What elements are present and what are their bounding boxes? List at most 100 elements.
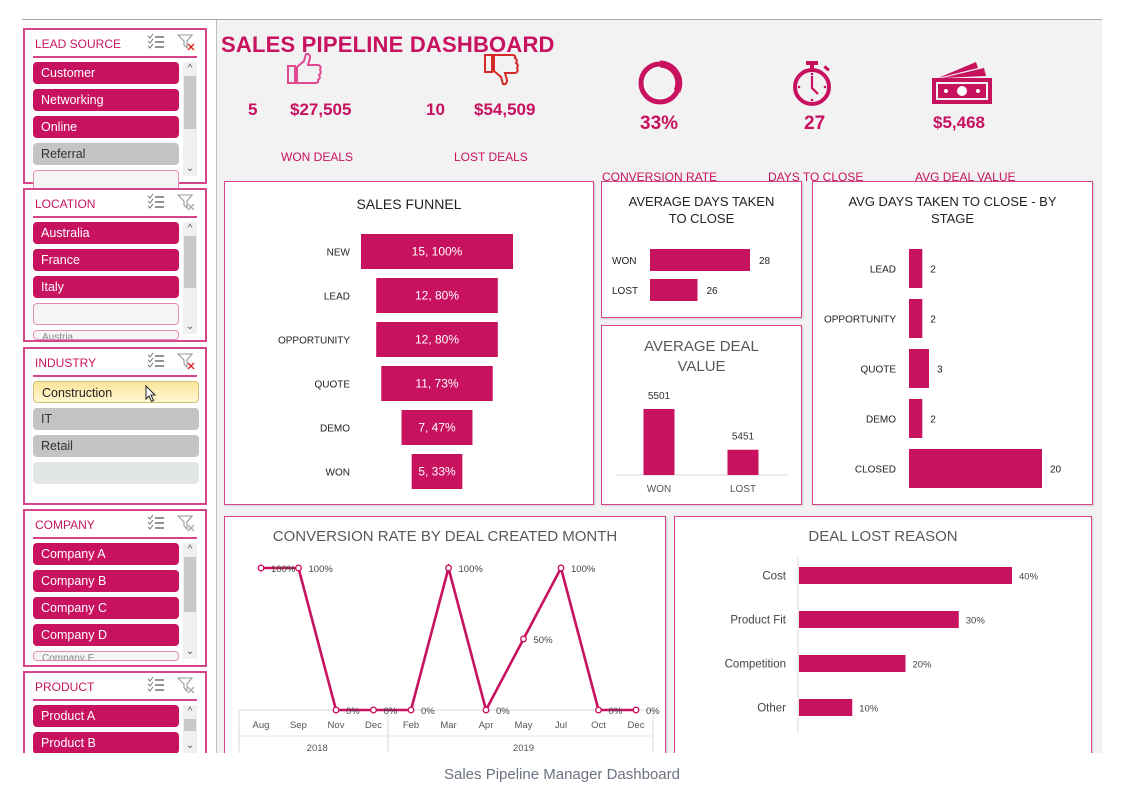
slicer-item[interactable]: Australia [33, 222, 179, 244]
scroll-down-arrow[interactable]: ⌄ [183, 739, 197, 753]
avg-days-bar [650, 249, 750, 271]
scroll-thumb[interactable] [184, 557, 196, 612]
slicer-item[interactable] [33, 462, 199, 484]
scroll-up-arrow[interactable]: ^ [183, 705, 197, 719]
deal-lost-reason-chart: 40% Cost 30% Product Fit 20% Competition 10% Ot… [725, 557, 1039, 733]
slicer-item[interactable]: Company A [33, 543, 179, 565]
avg-deal-value: $5,468 [933, 113, 985, 132]
slicer-item[interactable]: Networking [33, 89, 179, 111]
slicer-item[interactable]: Company C [33, 597, 179, 619]
multi-select-icon[interactable] [147, 514, 165, 532]
x-tick-label: Aug [253, 720, 270, 731]
lost-reason-value-label: 30% [966, 616, 986, 627]
slicer-item[interactable]: Product A [33, 705, 179, 727]
scroll-thumb[interactable] [184, 719, 196, 731]
lost-reason-value-label: 10% [859, 704, 879, 715]
scroll-down-arrow[interactable]: ⌄ [183, 645, 197, 659]
funnel-bar-label: 15, 100% [412, 245, 463, 259]
conversion-data-label: 0% [609, 706, 623, 717]
avg-deal-category-label: WON [647, 484, 671, 495]
slicer-scrollbar[interactable]: ^ ⌄ [183, 222, 197, 334]
multi-select-icon[interactable] [147, 33, 165, 51]
slicer-item[interactable]: Italy [33, 276, 179, 298]
slicer-item[interactable]: IT [33, 408, 199, 430]
slicer-item[interactable]: Company E [33, 651, 179, 661]
conversion-point [295, 564, 302, 572]
multi-select-icon[interactable] [147, 193, 165, 211]
slicer-item[interactable]: Austria [33, 330, 179, 340]
slicer-scrollbar[interactable]: ^ ⌄ [183, 62, 197, 176]
sales-funnel-chart: 15, 100% NEW 12, 80% LEAD 12, 80% OPPORTUNITY… [278, 234, 513, 489]
slicer-scrollbar[interactable]: ^ ⌄ [183, 705, 197, 753]
clear-filter-icon[interactable] [176, 514, 195, 532]
slicer-scrollbar[interactable]: ^ ⌄ [183, 543, 197, 659]
conversion-line [261, 562, 636, 714]
x-tick-label: Apr [479, 720, 494, 731]
conversion-point [632, 706, 640, 714]
conversion-data-label: 100% [571, 564, 596, 575]
x-tick-label: Dec [365, 720, 382, 731]
conversion-point [332, 706, 340, 714]
won-count: 5 [248, 100, 258, 119]
clear-filter-icon[interactable] [176, 33, 195, 51]
stage-category-label: LEAD [870, 265, 896, 276]
stage-category-label: OPPORTUNITY [824, 315, 896, 326]
conversion-point [445, 564, 452, 572]
slicer-sidebar: LEAD SOURCE Customer Networking Online Refer… [22, 20, 217, 753]
slicer-item[interactable]: Online [33, 116, 179, 138]
kpi-days-to-close: 27 DAYS TO CLOSE [762, 40, 872, 184]
slicer-item[interactable]: Referral [33, 143, 179, 165]
clear-filter-icon[interactable] [176, 676, 195, 694]
scroll-down-arrow[interactable]: ⌄ [183, 162, 197, 176]
slicer-item[interactable]: Retail [33, 435, 199, 457]
x-group-label: 2018 [307, 743, 328, 753]
scroll-down-arrow[interactable]: ⌄ [183, 320, 197, 334]
kpi-won-deals: 5 $27,505 WON DEALS [242, 52, 382, 167]
slicer-item[interactable]: France [33, 249, 179, 271]
stage-category-label: CLOSED [855, 465, 896, 476]
slicer-item[interactable]: Company B [33, 570, 179, 592]
conversion-point [407, 706, 415, 714]
avg-deal-bar [643, 409, 675, 475]
donut-ring-icon [638, 60, 683, 105]
x-tick-label: May [515, 720, 533, 731]
scroll-up-arrow[interactable]: ^ [183, 62, 197, 76]
x-tick-label: Nov [328, 720, 345, 731]
deal-lost-reason-panel: DEAL LOST REASON 40% Cost 30% Product Fit 20… [674, 516, 1092, 753]
clear-filter-icon[interactable] [176, 352, 195, 370]
slicer-title: PRODUCT [35, 680, 95, 694]
scroll-thumb[interactable] [184, 236, 196, 288]
slicer-header: COMPANY [33, 511, 197, 539]
funnel-category-label: WON [326, 468, 350, 479]
scroll-up-arrow[interactable]: ^ [183, 543, 197, 557]
multi-select-icon[interactable] [147, 676, 165, 694]
scroll-up-arrow[interactable]: ^ [183, 222, 197, 236]
days-value: 27 [804, 113, 826, 134]
multi-select-icon[interactable] [147, 352, 165, 370]
stage-bar [909, 399, 923, 438]
kpi-avg-deal-value: $5,468 AVG DEAL VALUE [902, 40, 1022, 184]
avg-days-category-label: WON [612, 256, 636, 267]
image-caption: Sales Pipeline Manager Dashboard [444, 766, 680, 783]
slicer-header: LOCATION [33, 190, 197, 218]
days-by-stage-chart: 2 LEAD 2 OPPORTUNITY 3 QUOTE 2 DEMO 20 CLOSED [824, 249, 1062, 488]
days-by-stage-panel: AVG DAYS TAKEN TO CLOSE - BY STAGE 2 LEAD… [812, 181, 1093, 505]
scroll-thumb[interactable] [184, 76, 196, 129]
clear-filter-icon[interactable] [176, 193, 195, 211]
conversion-by-month-panel: CONVERSION RATE BY DEAL CREATED MONTH 10… [224, 516, 666, 753]
conversion-data-label: 100% [459, 564, 484, 575]
slicer-item[interactable]: Customer [33, 62, 179, 84]
x-tick-label: Jul [555, 720, 567, 731]
avg-days-panel: AVERAGE DAYS TAKEN TO CLOSE 28 WON 26 LOST [601, 181, 802, 318]
slicer-item[interactable]: Construction [33, 381, 199, 403]
slicer-product: PRODUCT Product A Product B ^ ⌄ [23, 671, 207, 753]
conversion-point [482, 706, 490, 714]
slicer-item[interactable] [33, 303, 179, 325]
stage-bar [909, 349, 929, 388]
lost-reason-category-label: Other [757, 703, 786, 715]
won-label: WON DEALS [281, 150, 354, 164]
slicer-item[interactable]: Company D [33, 624, 179, 646]
slicer-item[interactable]: Product B [33, 732, 179, 753]
sales-funnel-panel: SALES FUNNEL 15, 100% NEW 12, 80% LEAD 12, 8… [224, 181, 594, 505]
x-tick-label: Feb [403, 720, 419, 731]
